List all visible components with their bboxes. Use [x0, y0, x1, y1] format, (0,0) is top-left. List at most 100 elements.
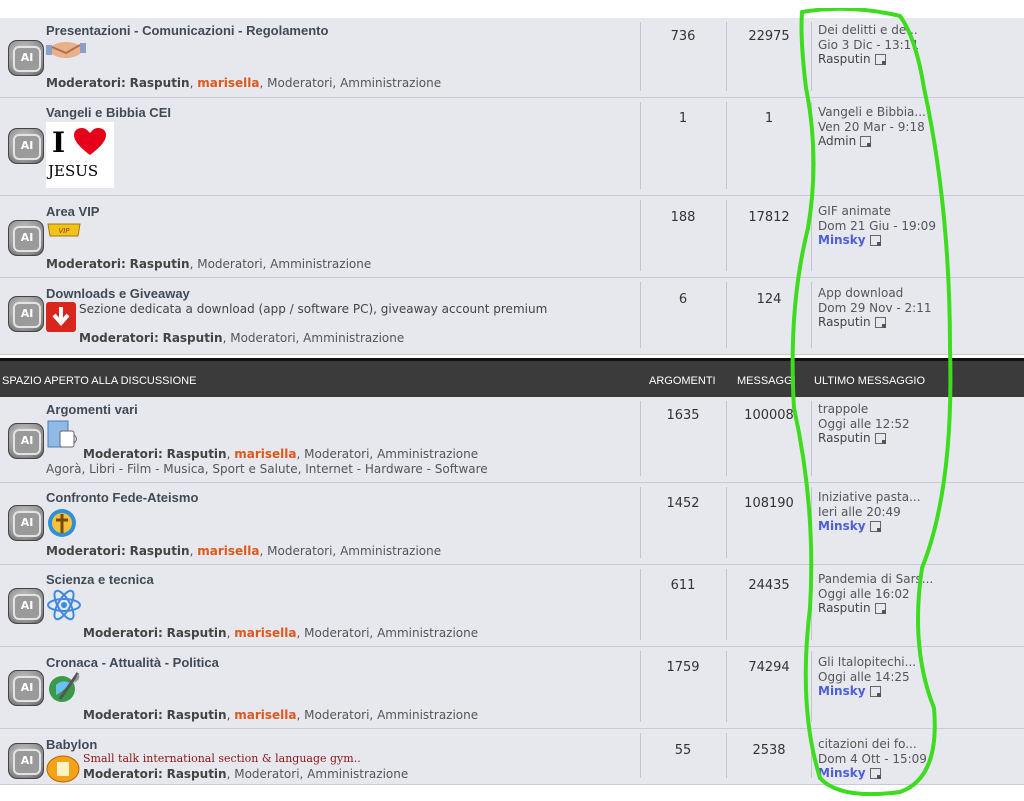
- forum-row: AI Downloads e Giveaway Sezione dedicata…: [0, 278, 1024, 355]
- last-post-author[interactable]: Minsky: [818, 684, 866, 698]
- forum-title-link[interactable]: Downloads e Giveaway: [46, 286, 190, 301]
- go-to-post-icon[interactable]: [874, 433, 886, 444]
- moderator-group-link[interactable]: Amministrazione: [340, 544, 441, 558]
- last-post-author[interactable]: Rasputin: [818, 431, 871, 445]
- forum-title-link[interactable]: Argomenti vari: [46, 402, 138, 417]
- posts-count: 22975: [748, 29, 790, 44]
- forum-title-link[interactable]: Presentazioni - Comunicazioni - Regolame…: [46, 23, 328, 38]
- last-post-author[interactable]: Rasputin: [818, 315, 871, 329]
- subforums-list[interactable]: Agorà, Libri - Film - Musica, Sport e Sa…: [46, 462, 488, 476]
- go-to-post-icon[interactable]: [869, 235, 881, 246]
- moderator-group-link[interactable]: Amministrazione: [377, 447, 478, 461]
- forum-status-icon: AI: [8, 743, 44, 779]
- last-post-title-link[interactable]: App download: [818, 286, 932, 301]
- posts-column-header: MESSAGGI: [737, 375, 796, 387]
- last-post-author[interactable]: Minsky: [818, 519, 866, 533]
- moderator-link[interactable]: Rasputin: [167, 626, 227, 640]
- last-post: citazioni dei fo... Dom 4 Ott - 15:09 Mi…: [818, 737, 927, 781]
- last-post-author[interactable]: Rasputin: [818, 601, 871, 615]
- column-divider: [726, 651, 727, 722]
- moderator-group-link[interactable]: Moderatori: [304, 626, 369, 640]
- moderator-link[interactable]: Rasputin: [130, 257, 190, 271]
- column-divider: [726, 102, 727, 189]
- moderator-link[interactable]: marisella: [234, 447, 296, 461]
- moderator-group-link[interactable]: Moderatori: [304, 708, 369, 722]
- moderator-group-link[interactable]: Moderatori: [230, 331, 295, 345]
- moderator-group-link[interactable]: Moderatori: [197, 257, 262, 271]
- column-divider: [640, 102, 641, 189]
- go-to-post-icon[interactable]: [869, 768, 881, 779]
- topics-count: 1: [678, 111, 688, 126]
- go-to-post-icon[interactable]: [874, 603, 886, 614]
- last-post-title-link[interactable]: trappole: [818, 402, 910, 417]
- column-divider: [811, 200, 812, 271]
- forum-title-link[interactable]: Babylon: [46, 737, 97, 752]
- cross-icon: [46, 507, 78, 543]
- atom-icon: [46, 587, 82, 627]
- column-divider: [726, 200, 727, 271]
- moderator-group-link[interactable]: Amministrazione: [377, 626, 478, 640]
- moderator-link[interactable]: marisella: [234, 626, 296, 640]
- column-divider: [811, 282, 812, 348]
- mug-icon: [46, 419, 80, 455]
- forum-row: AI Area VIP VIP Moderatori: Rasputin, Mo…: [0, 196, 1024, 278]
- last-post-date: Oggi alle 16:02: [818, 586, 910, 601]
- moderator-group-link[interactable]: Moderatori: [267, 544, 332, 558]
- last-post-author[interactable]: Rasputin: [818, 52, 871, 66]
- moderator-group-link[interactable]: Amministrazione: [270, 257, 371, 271]
- go-to-post-icon[interactable]: [874, 54, 886, 65]
- moderator-link[interactable]: marisella: [234, 708, 296, 722]
- moderator-link[interactable]: Rasputin: [130, 76, 190, 90]
- moderator-group-link[interactable]: Moderatori: [234, 767, 299, 781]
- last-post: App download Dom 29 Nov - 2:11 Rasputin: [818, 286, 932, 330]
- last-post-date: Oggi alle 12:52: [818, 416, 910, 431]
- go-to-post-icon[interactable]: [869, 521, 881, 532]
- go-to-post-icon[interactable]: [860, 136, 872, 147]
- moderators: Moderatori: Rasputin, Moderatori, Ammini…: [79, 331, 405, 345]
- moderator-link[interactable]: marisella: [197, 544, 259, 558]
- moderator-link[interactable]: Rasputin: [167, 447, 227, 461]
- column-divider: [640, 651, 641, 722]
- go-to-post-icon[interactable]: [874, 317, 886, 328]
- moderator-link[interactable]: Rasputin: [167, 767, 227, 781]
- category-title-link[interactable]: SPAZIO APERTO ALLA DISCUSSIONE: [2, 375, 196, 387]
- last-post-title-link[interactable]: Vangeli e Bibbia...: [818, 105, 926, 120]
- last-post-title-link[interactable]: Iniziative pasta...: [818, 490, 921, 505]
- last-post-title-link[interactable]: citazioni dei fo...: [818, 737, 927, 752]
- forum-title-link[interactable]: Vangeli e Bibbia CEI: [46, 105, 171, 120]
- forum-title-link[interactable]: Area VIP: [46, 204, 99, 219]
- last-post-author[interactable]: Minsky: [818, 766, 866, 780]
- moderator-link[interactable]: Rasputin: [167, 708, 227, 722]
- last-post-title-link[interactable]: Dei delitti e de...: [818, 23, 919, 38]
- last-post-title-link[interactable]: Pandemia di Sars...: [818, 572, 933, 587]
- moderator-group-link[interactable]: Moderatori: [267, 76, 332, 90]
- moderator-group-link[interactable]: Amministrazione: [377, 708, 478, 722]
- moderator-link[interactable]: marisella: [197, 76, 259, 90]
- forum-title-link[interactable]: Scienza e tecnica: [46, 572, 154, 587]
- moderator-group-link[interactable]: Amministrazione: [340, 76, 441, 90]
- download-arrow-icon: [46, 302, 76, 332]
- forum-title-link[interactable]: Confronto Fede-Ateismo: [46, 490, 198, 505]
- moderator-link[interactable]: Rasputin: [130, 544, 190, 558]
- forum-description: Sezione dedicata a download (app / softw…: [79, 302, 548, 316]
- last-post-title-link[interactable]: Gli Italopitechi...: [818, 655, 916, 670]
- last-post-date: Gio 3 Dic - 13:11: [818, 37, 919, 52]
- column-divider: [726, 569, 727, 640]
- forum-title-link[interactable]: Cronaca - Attualità - Politica: [46, 655, 219, 670]
- forum-row: AI Argomenti vari Moderatori: Rasputin, …: [0, 397, 1024, 483]
- last-post-title-link[interactable]: GIF animate: [818, 204, 936, 219]
- forum-status-icon: AI: [8, 588, 44, 624]
- moderator-link[interactable]: Rasputin: [163, 331, 223, 345]
- column-divider: [811, 487, 812, 558]
- moderator-group-link[interactable]: Amministrazione: [307, 767, 408, 781]
- moderator-group-link[interactable]: Moderatori: [304, 447, 369, 461]
- forum-row: AI Vangeli e Bibbia CEI I JESUS 1 1 Vang…: [0, 98, 1024, 196]
- last-post-author[interactable]: Minsky: [818, 233, 866, 247]
- posts-count: 108190: [744, 496, 794, 511]
- moderator-group-link[interactable]: Amministrazione: [303, 331, 404, 345]
- last-post-date: Ieri alle 20:49: [818, 504, 901, 519]
- last-post-author[interactable]: Admin: [818, 134, 856, 148]
- go-to-post-icon[interactable]: [869, 686, 881, 697]
- last-post: Pandemia di Sars... Oggi alle 16:02 Rasp…: [818, 572, 933, 616]
- topics-count: 736: [670, 29, 696, 44]
